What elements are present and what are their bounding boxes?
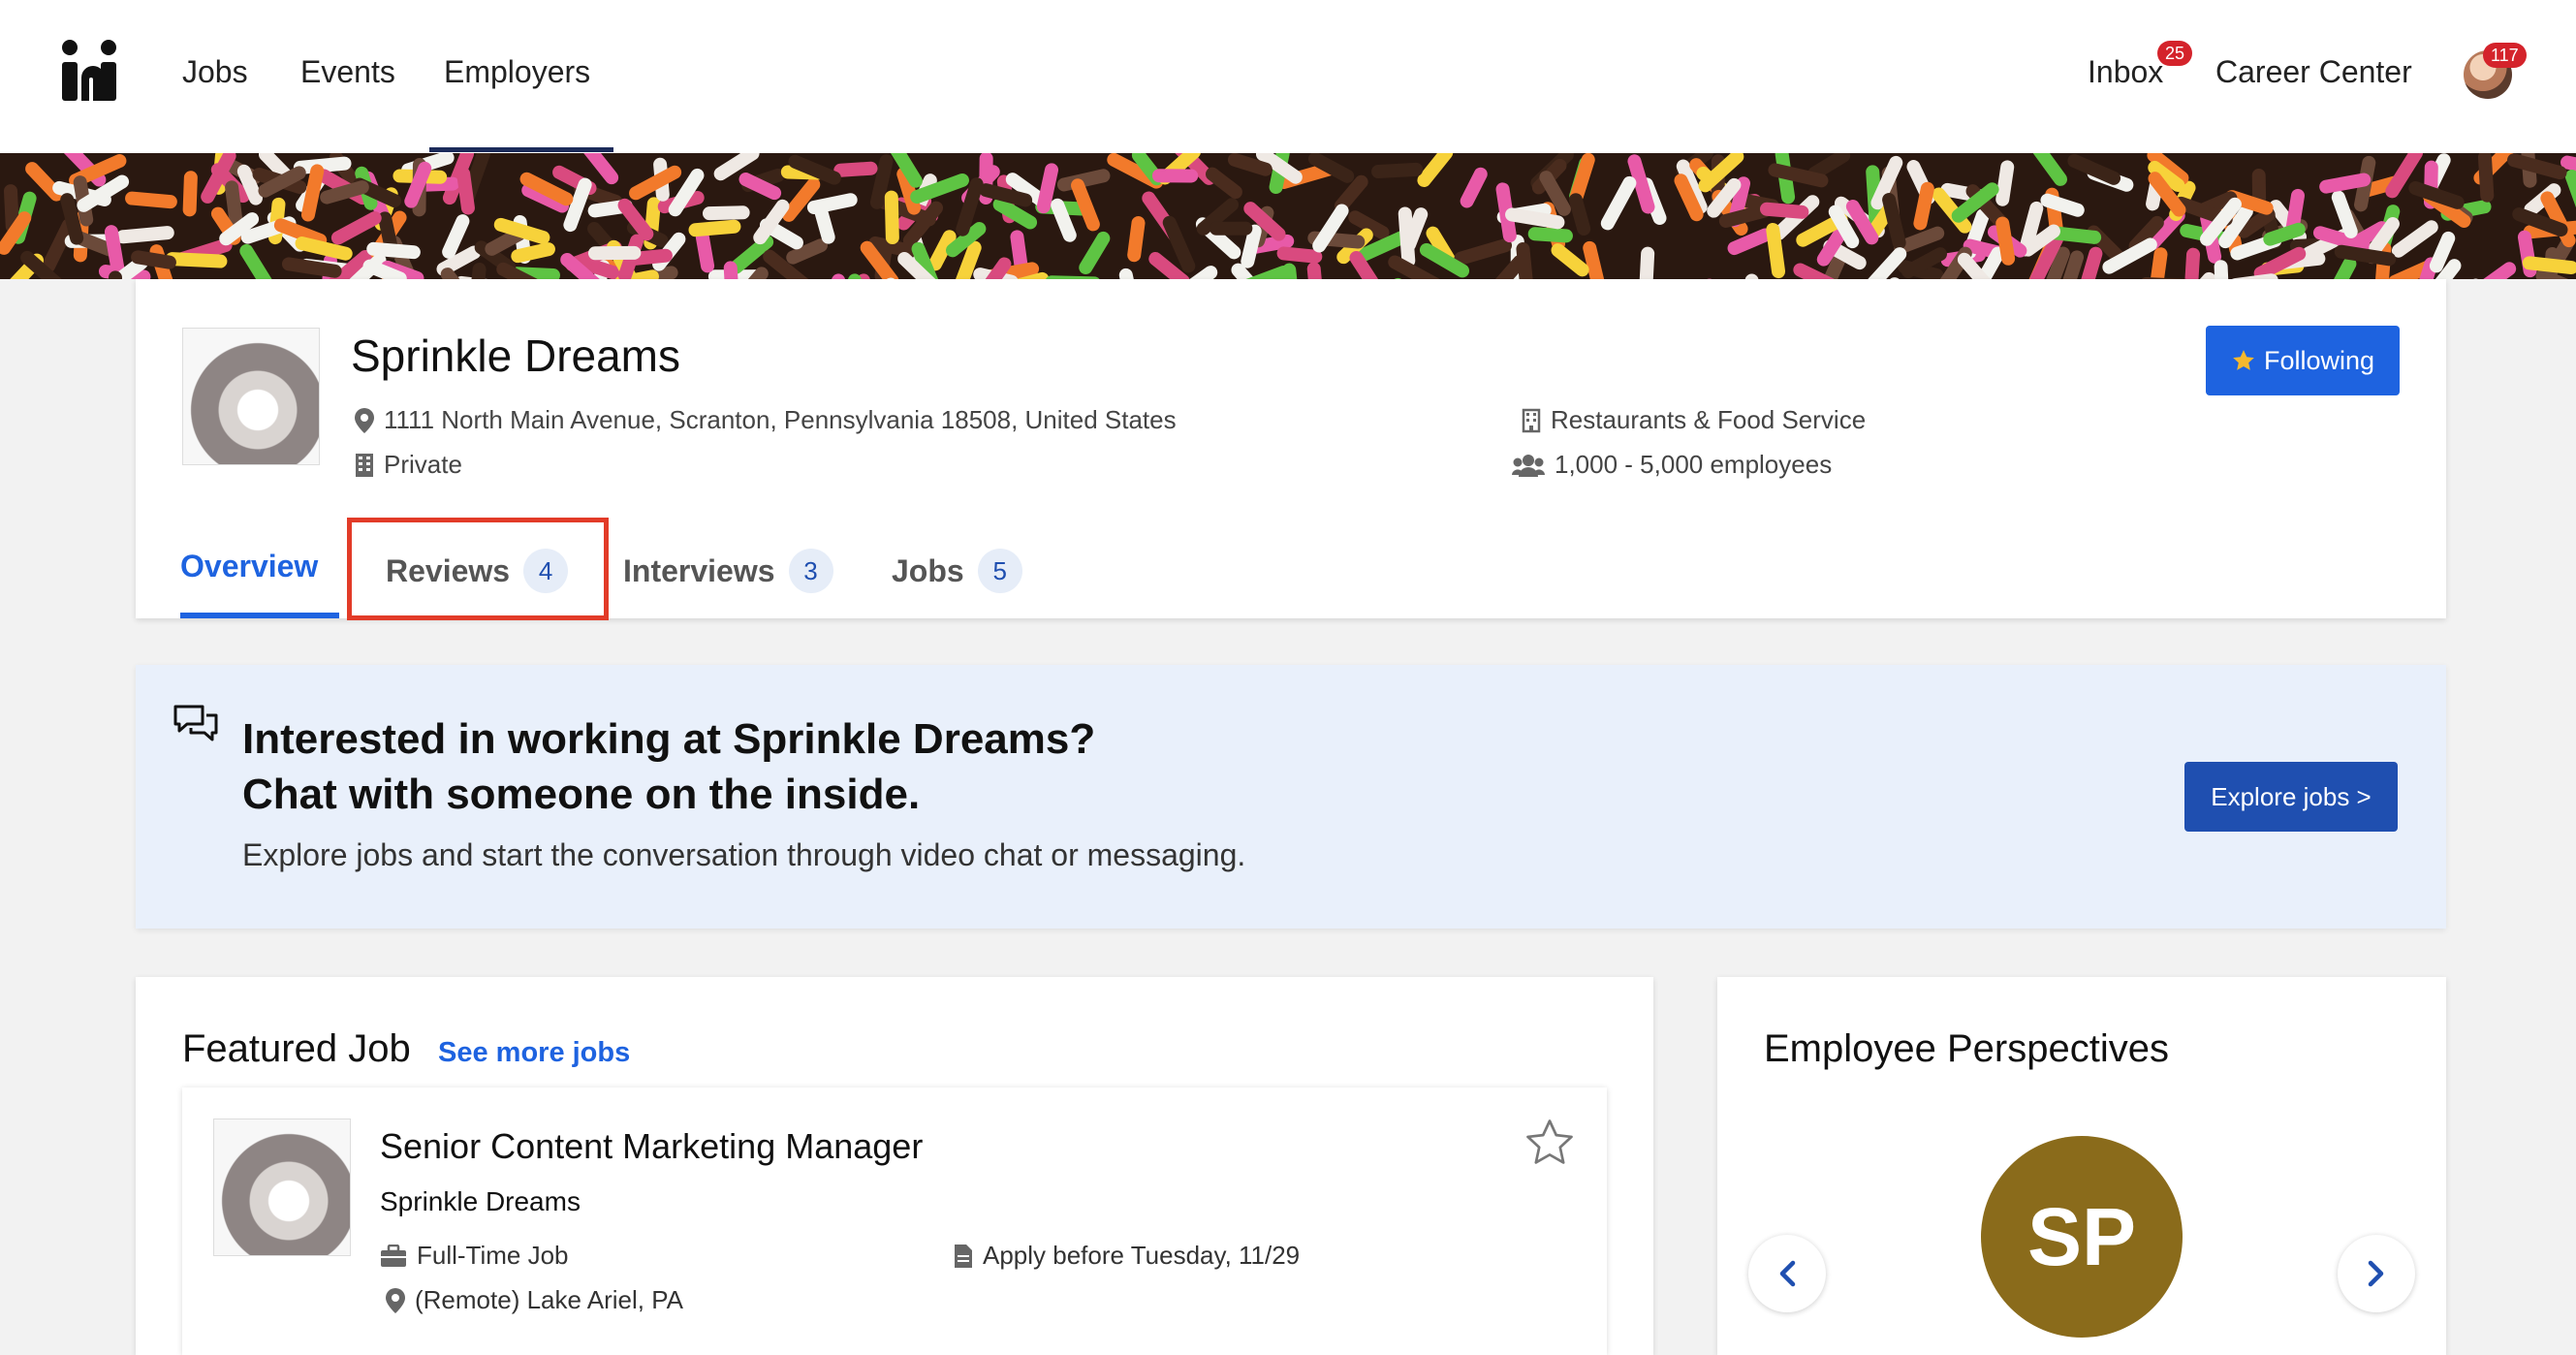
active-tab-indicator: [180, 613, 339, 618]
top-navigation: Jobs Events Employers Inbox 25 Career Ce…: [0, 0, 2576, 153]
job-company-logo: [213, 1119, 351, 1256]
job-employer: Sprinkle Dreams: [380, 1186, 581, 1216]
see-more-jobs-link[interactable]: See more jobs: [438, 1037, 630, 1069]
company-address: 1111 North Main Avenue, Scranton, Pennsy…: [355, 405, 1177, 435]
job-deadline-text: Apply before Tuesday, 11/29: [983, 1241, 1301, 1270]
nav-jobs[interactable]: Jobs: [182, 54, 248, 90]
inbox-count-badge: 25: [2157, 41, 2193, 66]
reviews-count-badge: 4: [523, 549, 569, 593]
carousel-next-button[interactable]: [2338, 1235, 2415, 1312]
company-size: 1,000 - 5,000 employees: [1512, 450, 1832, 480]
job-listing-card[interactable]: Senior Content Marketing Manager Sprinkl…: [182, 1087, 1607, 1355]
company-ownership-text: Private: [384, 450, 462, 479]
tab-reviews-label: Reviews: [386, 552, 511, 588]
tab-reviews[interactable]: Reviews 4: [386, 549, 569, 593]
sprinkles-banner-image: [0, 153, 2576, 279]
cover-banner: [0, 153, 2576, 279]
briefcase-icon: [381, 1244, 406, 1267]
nav-employers[interactable]: Employers: [444, 54, 590, 90]
featured-job-heading: Featured Job: [182, 1027, 411, 1070]
chevron-right-icon: [2368, 1260, 2384, 1287]
chat-bubbles-icon: [173, 705, 218, 741]
job-location-text: (Remote) Lake Ariel, PA: [415, 1285, 683, 1314]
interviews-count-badge: 3: [788, 549, 833, 593]
chat-promo-banner: Interested in working at Sprinkle Dreams…: [136, 665, 2446, 929]
location-pin-icon: [386, 1287, 405, 1313]
building-icon: [356, 453, 373, 477]
tab-interviews[interactable]: Interviews 3: [623, 549, 833, 593]
company-industry: Restaurants & Food Service: [1522, 405, 1866, 435]
following-button-label: Following: [2263, 345, 2375, 375]
jobs-count-badge: 5: [977, 549, 1022, 593]
users-icon: [1512, 454, 1545, 477]
profile-notification-badge: 117: [2483, 43, 2527, 68]
perspective-avatar: SP: [1981, 1136, 2183, 1338]
document-icon: [955, 1244, 972, 1268]
tab-overview[interactable]: Overview: [180, 549, 318, 584]
nav-career-center[interactable]: Career Center: [2215, 54, 2412, 90]
chevron-left-icon: [1779, 1260, 1796, 1287]
chat-banner-title: Interested in working at Sprinkle Dreams…: [242, 711, 1095, 822]
location-pin-icon: [355, 407, 374, 433]
company-ownership: Private: [355, 450, 462, 480]
building-outline-icon: [1522, 408, 1541, 432]
tab-jobs[interactable]: Jobs 5: [892, 549, 1022, 593]
company-logo: [182, 328, 320, 465]
job-location: (Remote) Lake Ariel, PA: [386, 1285, 683, 1315]
job-title[interactable]: Senior Content Marketing Manager: [380, 1126, 923, 1167]
nav-events[interactable]: Events: [300, 54, 395, 90]
company-address-text: 1111 North Main Avenue, Scranton, Pennsy…: [384, 405, 1177, 434]
employee-perspectives-card: Employee Perspectives SP: [1717, 977, 2446, 1355]
job-type-text: Full-Time Job: [417, 1241, 569, 1270]
tab-overview-label: Overview: [180, 549, 319, 583]
tab-interviews-label: Interviews: [623, 552, 775, 588]
chat-banner-subtitle: Explore jobs and start the conversation …: [242, 837, 1246, 872]
job-deadline: Apply before Tuesday, 11/29: [954, 1241, 1300, 1271]
company-name: Sprinkle Dreams: [351, 331, 680, 381]
handshake-logo[interactable]: [60, 39, 118, 103]
following-button[interactable]: Following: [2206, 326, 2400, 395]
save-job-star-icon[interactable]: [1524, 1117, 1576, 1169]
nav-inbox[interactable]: Inbox: [2088, 54, 2163, 90]
company-size-text: 1,000 - 5,000 employees: [1555, 450, 1833, 479]
chat-banner-title-line1: Interested in working at Sprinkle Dreams…: [242, 715, 1096, 763]
job-type: Full-Time Job: [380, 1241, 569, 1271]
carousel-prev-button[interactable]: [1748, 1235, 1826, 1312]
employee-perspectives-heading: Employee Perspectives: [1764, 1027, 2169, 1070]
tab-jobs-label: Jobs: [892, 552, 964, 588]
company-industry-text: Restaurants & Food Service: [1551, 405, 1867, 434]
chat-banner-title-line2: Chat with someone on the inside.: [242, 771, 921, 818]
star-filled-icon: [2233, 350, 2254, 370]
explore-jobs-button[interactable]: Explore jobs >: [2184, 762, 2398, 832]
nav-active-indicator: [429, 147, 613, 152]
company-header-card: Sprinkle Dreams 1111 North Main Avenue, …: [136, 279, 2446, 620]
featured-job-card: Featured Job See more jobs Senior Conten…: [136, 977, 1653, 1355]
